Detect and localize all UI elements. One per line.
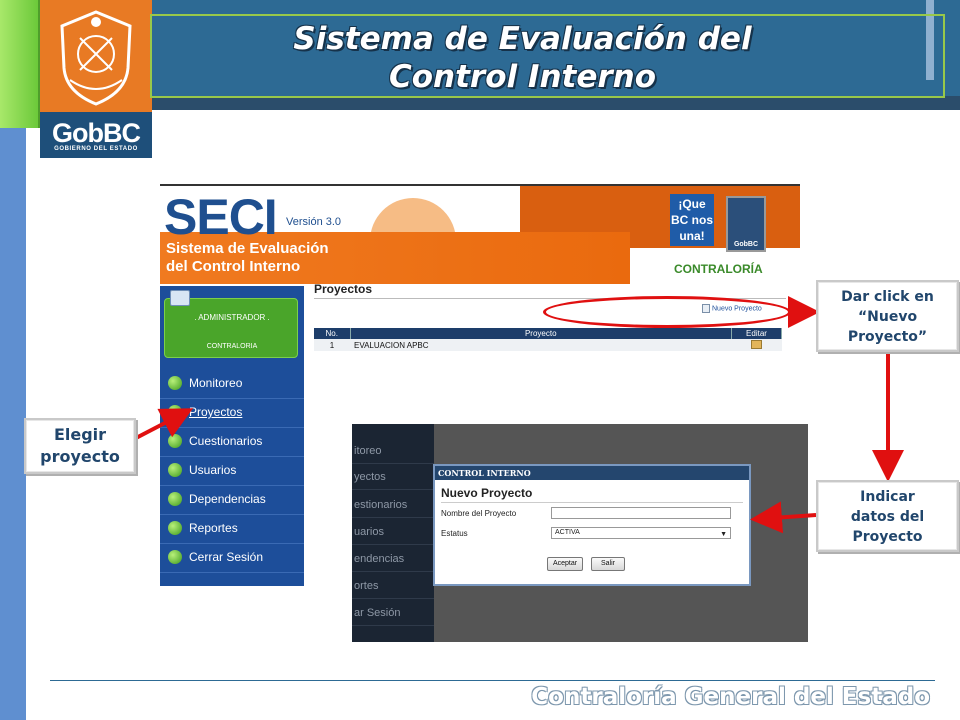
cell-proyecto: EVALUACION APBC bbox=[350, 339, 732, 351]
bullet-icon bbox=[168, 492, 182, 506]
sidebar-nav: Monitoreo Proyectos Cuestionarios Usuari… bbox=[160, 370, 304, 573]
status-label: Estatus bbox=[441, 529, 468, 538]
coat-of-arms-icon bbox=[60, 10, 132, 106]
sidebar-item-reportes[interactable]: Reportes bbox=[160, 515, 304, 544]
project-name-label: Nombre del Proyecto bbox=[441, 509, 517, 518]
callout-click-new-project: Dar click en “Nuevo Proyecto” bbox=[816, 280, 959, 352]
table-row[interactable]: 1 EVALUACION APBC bbox=[314, 339, 782, 351]
chevron-down-icon: ▼ bbox=[720, 531, 727, 538]
highlight-ring bbox=[543, 296, 791, 328]
modal-title: Nuevo Proyecto bbox=[441, 486, 533, 500]
table-header-row: No. Proyecto Editar bbox=[314, 328, 782, 339]
bullet-icon bbox=[168, 405, 182, 419]
modal-header: CONTROL INTERNO bbox=[435, 466, 749, 480]
seci-subtitle-line-2: del Control Interno bbox=[166, 258, 301, 275]
callout-choose-project: Elegir proyecto bbox=[24, 418, 136, 474]
seci-version: Versión 3.0 bbox=[286, 216, 342, 228]
logo-text: GobBC bbox=[52, 118, 141, 148]
dimmed-nav-item: ortes bbox=[352, 573, 434, 599]
user-department: CONTRALORIA bbox=[206, 343, 258, 350]
exit-button[interactable]: Salir bbox=[591, 557, 625, 571]
status-value: ACTIVA bbox=[555, 529, 580, 536]
dimmed-nav-item: ar Sesión bbox=[352, 600, 434, 626]
project-name-input[interactable] bbox=[551, 507, 731, 519]
column-header-no: No. bbox=[314, 328, 351, 339]
contraloria-brand: CONTRALORÍA bbox=[674, 262, 763, 276]
dimmed-sidebar: itoreo yectos estionarios uarios endenci… bbox=[352, 424, 434, 642]
slide-title-line-1: Sistema de Evaluación del bbox=[293, 21, 752, 57]
gobbc-mini-logo: GobBC bbox=[726, 196, 766, 252]
footer-divider bbox=[50, 680, 935, 681]
bullet-icon bbox=[168, 434, 182, 448]
sidebar-item-monitoreo[interactable]: Monitoreo bbox=[160, 370, 304, 399]
sidebar-item-label: Reportes bbox=[189, 521, 238, 535]
sidebar-item-label: Cuestionarios bbox=[189, 434, 263, 448]
sidebar-item-label: Proyectos bbox=[189, 405, 243, 419]
projects-table: No. Proyecto Editar 1 EVALUACION APBC bbox=[314, 328, 782, 351]
modal-divider bbox=[441, 502, 743, 503]
callout-enter-data: Indicar datos del Proyecto bbox=[816, 480, 959, 552]
gobbc-logo: GobBC GOBIERNO DEL ESTADO bbox=[40, 0, 152, 158]
dimmed-nav-item: endencias bbox=[352, 546, 434, 572]
column-header-proyecto: Proyecto bbox=[350, 328, 732, 339]
callout-enter-data-text: Indicar datos del Proyecto bbox=[850, 489, 925, 545]
gobbc-mini-text: GobBC bbox=[733, 241, 759, 248]
sidebar-item-proyectos[interactable]: Proyectos bbox=[160, 399, 304, 428]
user-panel: . ADMINISTRADOR . CONTRALORIA bbox=[164, 298, 298, 358]
bullet-icon bbox=[168, 521, 182, 535]
user-role: . ADMINISTRADOR . bbox=[194, 313, 270, 322]
green-tab-decoration bbox=[0, 0, 40, 128]
admin-monitor-icon bbox=[170, 290, 190, 306]
app-sidebar: . ADMINISTRADOR . CONTRALORIA Monitoreo … bbox=[160, 286, 304, 586]
seci-subtitle-line-1: Sistema de Evaluación bbox=[166, 240, 329, 257]
new-project-modal: CONTROL INTERNO Nuevo Proyecto Nombre de… bbox=[433, 464, 751, 586]
footer-text: Contraloría General del Estado bbox=[531, 684, 930, 710]
sidebar-item-label: Dependencias bbox=[189, 492, 266, 506]
quebc-badge: ¡Que BC nos una! bbox=[670, 194, 714, 246]
gobbc-plate: GobBC GOBIERNO DEL ESTADO bbox=[40, 112, 152, 158]
sidebar-item-label: Cerrar Sesión bbox=[189, 550, 264, 564]
sidebar-item-cuestionarios[interactable]: Cuestionarios bbox=[160, 428, 304, 457]
dimmed-nav-item: yectos bbox=[352, 464, 434, 490]
sidebar-item-label: Usuarios bbox=[189, 463, 237, 477]
dimmed-nav-item: uarios bbox=[352, 519, 434, 545]
new-project-dialog-screenshot: itoreo yectos estionarios uarios endenci… bbox=[352, 424, 808, 642]
dimmed-nav-item: estionarios bbox=[352, 492, 434, 518]
accept-button[interactable]: Aceptar bbox=[547, 557, 583, 571]
logo-subtext: GOBIERNO DEL ESTADO bbox=[54, 146, 138, 152]
callout-choose-project-text: Elegir proyecto bbox=[40, 425, 120, 466]
slide-title: Sistema de Evaluación del Control Intern… bbox=[150, 20, 895, 96]
app-header: SECI Versión 3.0 Sistema de Evaluación d… bbox=[160, 186, 800, 286]
sidebar-item-cerrar-sesion[interactable]: Cerrar Sesión bbox=[160, 544, 304, 573]
edit-icon[interactable] bbox=[751, 339, 762, 349]
status-select[interactable]: ACTIVA ▼ bbox=[551, 527, 731, 539]
dimmed-nav-item: itoreo bbox=[352, 438, 434, 464]
callout-click-new-project-text: Dar click en “Nuevo Proyecto” bbox=[841, 289, 934, 345]
cell-no: 1 bbox=[314, 339, 350, 351]
sidebar-item-usuarios[interactable]: Usuarios bbox=[160, 457, 304, 486]
bullet-icon bbox=[168, 550, 182, 564]
bullet-icon bbox=[168, 463, 182, 477]
projects-title: Proyectos bbox=[314, 282, 373, 296]
seci-logo: SECI bbox=[164, 189, 278, 245]
slide-title-line-2: Control Interno bbox=[388, 59, 657, 95]
sidebar-item-label: Monitoreo bbox=[189, 376, 243, 390]
column-header-editar: Editar bbox=[731, 328, 782, 339]
bullet-icon bbox=[168, 376, 182, 390]
sidebar-item-dependencias[interactable]: Dependencias bbox=[160, 486, 304, 515]
